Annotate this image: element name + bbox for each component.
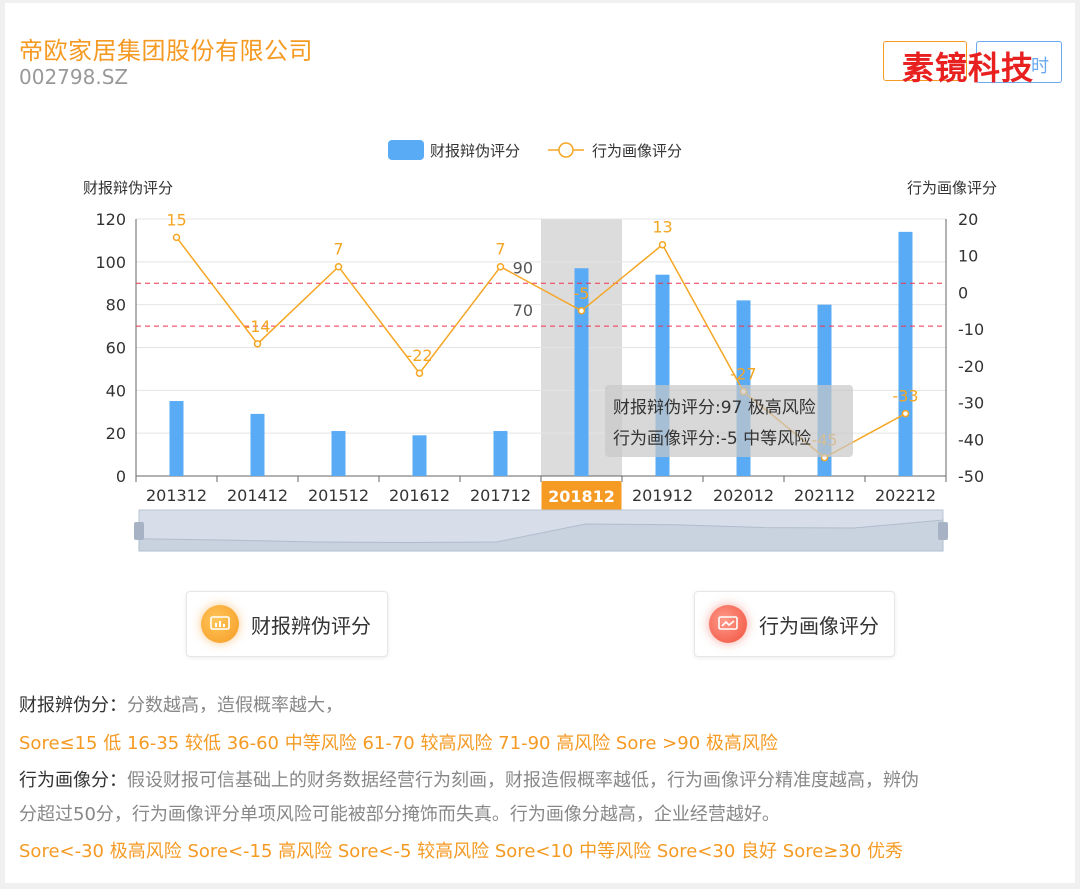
line-point-201612 — [415, 369, 424, 377]
company-name: 帝欧家居集团股份有限公司 — [19, 37, 313, 65]
bar-201612 — [412, 435, 427, 476]
line-data-label-201412: -14 — [244, 317, 270, 336]
x-label-201312: 201312 — [146, 486, 207, 505]
x-label-201712: 201712 — [470, 486, 531, 505]
right-tick-label: -30 — [958, 394, 984, 413]
left-tick-label: 20 — [106, 424, 126, 443]
line-point-201312 — [172, 233, 181, 242]
line-data-label-201812: -5 — [574, 284, 590, 303]
fraud-score-button[interactable]: 财报辨伪评分 — [186, 591, 388, 657]
right-tick-label: -40 — [958, 430, 984, 449]
page: 帝欧家居集团股份有限公司 002798.SZ 时 素镜科技 0 20 40 60 80 1… — [5, 3, 1075, 883]
behavior-score-description: 行为画像分：假设财报可信基础上的财务数据经营行为刻画，财报造假概率越低，行为画像… — [19, 766, 919, 792]
fraud-score-head: 财报辨伪分： — [19, 695, 127, 716]
line-data-label-201512: 7 — [333, 240, 343, 259]
x-label-202012: 202012 — [713, 486, 774, 505]
left-tick-label: 80 — [106, 296, 126, 315]
behavior-score-description-2: 分超过50分，行为画像评分单项风险可能被部分掩饰而失真。行为画像分越高，企业经营… — [19, 800, 780, 826]
x-label-201512: 201512 — [308, 486, 369, 505]
line-data-label-201612: -22 — [406, 346, 432, 365]
behavior-score-body-2: 分超过50分，行为画像评分单项风险可能被部分掩饰而失真。行为画像分越高，企业经营… — [19, 804, 780, 825]
x-label-201812: 201812 — [548, 487, 615, 506]
fraud-score-body: 分数越高，造假概率越大， — [127, 695, 343, 716]
legend-line-label: 行为画像评分 — [592, 142, 682, 160]
behavior-score-levels: Sore<-30 极高风险 Sore<-15 高风险 Sore<-5 较高风险 … — [19, 841, 903, 862]
behavior-score-button[interactable]: 行为画像评分 — [694, 591, 895, 657]
line-data-label-202012: -27 — [730, 365, 756, 384]
line-data-label-201712: 7 — [495, 240, 505, 259]
company-code: 002798.SZ — [19, 65, 129, 89]
fraud-score-description: 财报辨伪分：分数越高，造假概率越大， — [19, 691, 343, 717]
left-tick-label: 40 — [106, 381, 126, 400]
behavior-score-button-label: 行为画像评分 — [759, 613, 879, 638]
x-label-201612: 201612 — [389, 486, 450, 505]
left-tick-label: 0 — [116, 467, 126, 486]
line-data-label-201312: 15 — [166, 210, 186, 229]
right-tick-label: 20 — [958, 210, 978, 229]
x-label-201912: 201912 — [632, 486, 693, 505]
line-point-201412 — [253, 340, 262, 348]
zoom-handle-left[interactable] — [134, 522, 144, 540]
bar-201512 — [331, 431, 346, 476]
mark-line-label-70: 70 — [513, 301, 533, 320]
tooltip-line-2: 行为画像评分:-5 中等风险 — [613, 429, 811, 449]
right-tick-label: -10 — [958, 320, 984, 339]
left-tick-label: 100 — [95, 253, 126, 272]
fraud-score-levels: Sore≤15 低 16-35 较低 36-60 中等风险 61-70 较高风险… — [19, 733, 778, 754]
right-tick-label: 10 — [958, 247, 978, 266]
x-label-202112: 202112 — [794, 486, 855, 505]
line-data-label-202212: -33 — [892, 387, 918, 406]
line-point-202212 — [901, 409, 910, 418]
line-point-201712 — [496, 262, 505, 271]
fraud-score-button-label: 财报辨伪评分 — [251, 613, 371, 638]
line-point-201812 — [577, 307, 586, 315]
left-axis-title: 财报辩伪评分 — [83, 179, 173, 197]
left-tick-label: 60 — [106, 339, 126, 358]
zoom-handle-right[interactable] — [938, 522, 948, 540]
line-data-label-201912: 13 — [652, 218, 672, 237]
line-point-201912 — [658, 240, 667, 249]
bar-chart-icon — [201, 605, 239, 643]
x-label-201412: 201412 — [227, 486, 288, 505]
left-tick-label: 120 — [95, 210, 126, 229]
behavior-score-head: 行为画像分： — [19, 770, 127, 791]
watermark: 素镜科技 — [902, 49, 1035, 87]
right-tick-label: -20 — [958, 357, 984, 376]
combo-chart: 0 20 40 60 80 100 120 -50 -40 -30 -20 -10 0 10 20 财报辩伪评… — [83, 140, 997, 552]
bar-201412 — [250, 413, 265, 476]
right-tick-label: -50 — [958, 467, 984, 486]
bar-201712 — [493, 431, 508, 476]
tooltip-line-1: 财报辩伪评分:97 极高风险 — [613, 398, 816, 418]
behavior-score-body-1: 假设财报可信基础上的财务数据经营行为刻画，财报造假概率越低，行为画像评分精准度越… — [127, 770, 919, 791]
legend-bar-label: 财报辩伪评分 — [430, 142, 520, 160]
right-axis-title: 行为画像评分 — [907, 179, 997, 197]
legend-bar-swatch — [388, 140, 424, 160]
legend-line-marker — [558, 142, 574, 158]
x-label-202212: 202212 — [875, 486, 936, 505]
line-chart-icon — [709, 605, 747, 643]
bar-202212 — [898, 231, 913, 476]
bar-201312 — [169, 401, 184, 476]
right-tick-label: 0 — [958, 283, 968, 302]
line-point-201512 — [334, 262, 343, 271]
